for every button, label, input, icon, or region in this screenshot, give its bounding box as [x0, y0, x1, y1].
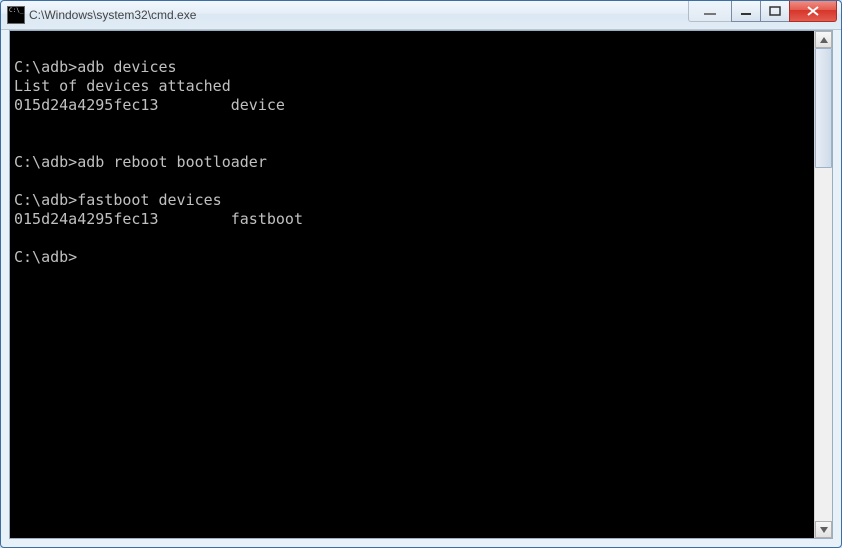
spacer-button[interactable]: [688, 1, 732, 22]
scrollbar[interactable]: [814, 31, 832, 538]
window-title: C:\Windows\system32\cmd.exe: [29, 8, 196, 22]
terminal-output[interactable]: C:\adb>adb devices List of devices attac…: [10, 31, 814, 538]
titlebar[interactable]: C:\Windows\system32\cmd.exe: [1, 1, 841, 30]
scroll-up-button[interactable]: [815, 31, 832, 48]
close-button[interactable]: [789, 1, 837, 22]
maximize-button[interactable]: [760, 1, 790, 22]
client-area: C:\adb>adb devices List of devices attac…: [9, 30, 833, 539]
scroll-thumb[interactable]: [815, 48, 832, 168]
cmd-icon: [7, 6, 25, 24]
window-controls: [689, 1, 837, 22]
scroll-down-button[interactable]: [815, 521, 832, 538]
minimize-button[interactable]: [731, 1, 761, 22]
scroll-track[interactable]: [815, 48, 832, 521]
cmd-window: C:\Windows\system32\cmd.exe C:\adb>adb d…: [0, 0, 842, 548]
